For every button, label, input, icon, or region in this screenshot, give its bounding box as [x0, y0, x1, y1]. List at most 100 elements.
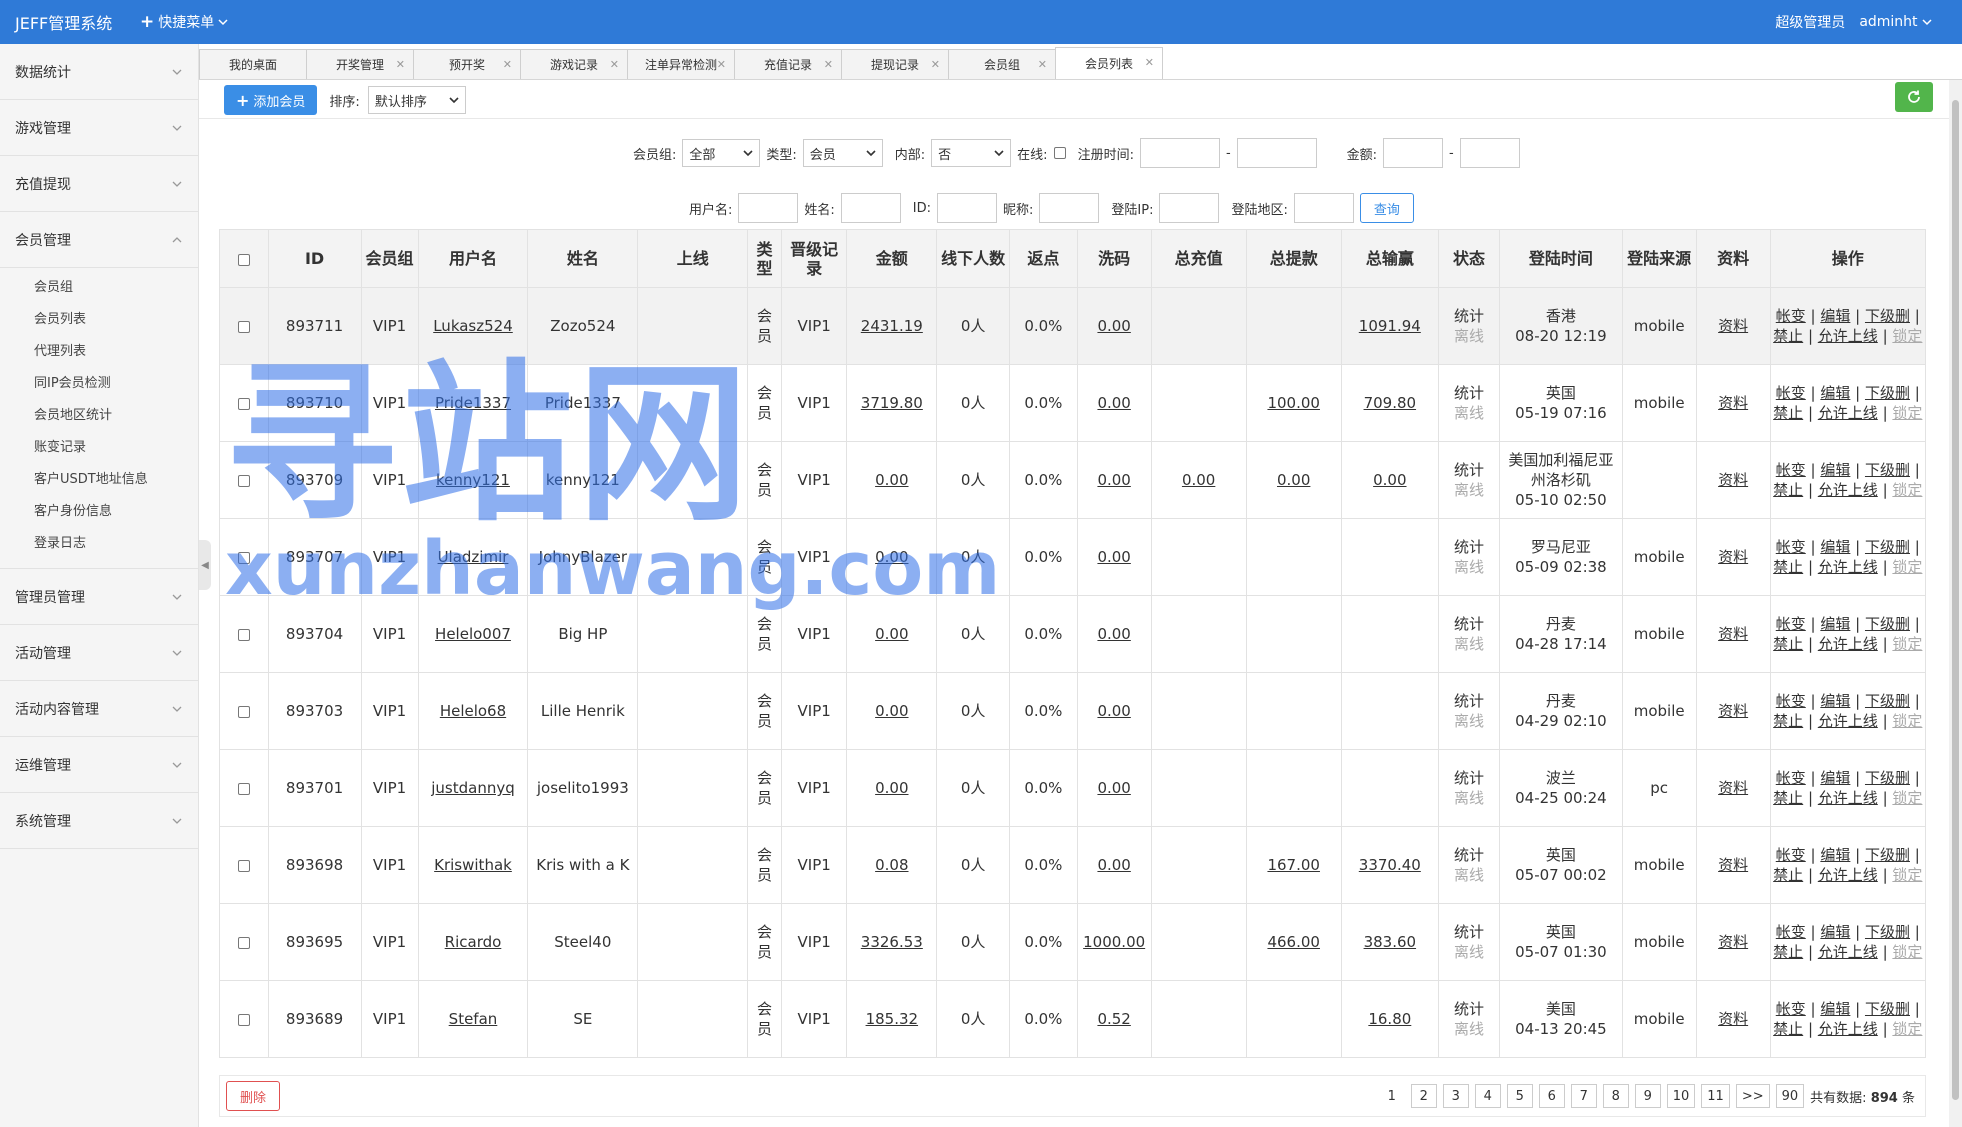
allow-online-link[interactable]: 允许上线 [1818, 635, 1878, 653]
add-member-button[interactable]: + 添加会员 [224, 85, 318, 115]
wash-code-link[interactable]: 0.00 [1097, 779, 1130, 797]
stat-link[interactable]: 统计 [1441, 999, 1497, 1019]
page-button[interactable]: 6 [1538, 1084, 1565, 1108]
sidebar-group[interactable]: 数据统计 [0, 44, 198, 100]
total-withdraw-link[interactable]: 466.00 [1267, 933, 1320, 951]
sidebar-group[interactable]: 管理员管理 [0, 569, 198, 625]
sidebar-item[interactable]: 同IP会员检测 [0, 368, 198, 400]
sidebar-item[interactable]: 登录日志 [0, 528, 198, 560]
edit-link[interactable]: 编辑 [1820, 769, 1850, 787]
downline-link[interactable]: 下级 [1865, 461, 1895, 479]
lock-link[interactable]: 锁定 [1892, 404, 1922, 422]
reg-time-start-input[interactable] [1139, 138, 1220, 168]
total-winloss-link[interactable]: 383.60 [1364, 933, 1417, 951]
page-button[interactable]: 8 [1602, 1084, 1629, 1108]
downline-link[interactable]: 下级 [1865, 846, 1895, 864]
delete-link[interactable]: 删 [1895, 307, 1910, 325]
allow-online-link[interactable]: 允许上线 [1818, 943, 1878, 961]
delete-link[interactable]: 删 [1895, 384, 1910, 402]
sidebar-group[interactable]: 游戏管理 [0, 100, 198, 156]
edit-link[interactable]: 编辑 [1820, 846, 1850, 864]
edit-link[interactable]: 编辑 [1820, 307, 1850, 325]
amount-max-input[interactable] [1459, 138, 1520, 168]
allow-online-link[interactable]: 允许上线 [1818, 789, 1878, 807]
tab[interactable]: 预开奖 ✕ [413, 49, 521, 79]
amount-link[interactable]: 0.00 [875, 702, 908, 720]
group-filter-select[interactable]: 全部 [682, 139, 761, 167]
stat-link[interactable]: 统计 [1441, 537, 1497, 557]
account-change-link[interactable]: 帐变 [1776, 692, 1806, 710]
username-link[interactable]: justdannyq [431, 779, 515, 797]
id-filter-input[interactable] [937, 193, 998, 223]
ban-link[interactable]: 禁止 [1773, 866, 1803, 884]
amount-link[interactable]: 185.32 [866, 1010, 919, 1028]
total-withdraw-link[interactable]: 167.00 [1267, 856, 1320, 874]
stat-link[interactable]: 统计 [1441, 306, 1497, 326]
page-button[interactable]: 3 [1442, 1084, 1469, 1108]
wash-code-link[interactable]: 0.00 [1097, 856, 1130, 874]
profile-link[interactable]: 资料 [1718, 548, 1748, 566]
allow-online-link[interactable]: 允许上线 [1818, 712, 1878, 730]
username-link[interactable]: Stefan [449, 1010, 498, 1028]
edit-link[interactable]: 编辑 [1820, 923, 1850, 941]
row-checkbox[interactable] [237, 474, 250, 487]
online-checkbox[interactable] [1053, 147, 1066, 159]
account-change-link[interactable]: 帐变 [1776, 923, 1806, 941]
amount-link[interactable]: 3326.53 [861, 933, 923, 951]
row-checkbox[interactable] [237, 320, 250, 333]
row-checkbox[interactable] [237, 859, 250, 872]
profile-link[interactable]: 资料 [1718, 317, 1748, 335]
edit-link[interactable]: 编辑 [1820, 384, 1850, 402]
wash-code-link[interactable]: 0.00 [1097, 317, 1130, 335]
stat-link[interactable]: 统计 [1441, 460, 1497, 480]
downline-link[interactable]: 下级 [1865, 769, 1895, 787]
total-winloss-link[interactable]: 1091.94 [1359, 317, 1421, 335]
downline-link[interactable]: 下级 [1865, 923, 1895, 941]
edit-link[interactable]: 编辑 [1820, 1000, 1850, 1018]
stat-link[interactable]: 统计 [1441, 845, 1497, 865]
sidebar-item[interactable]: 会员列表 [0, 304, 198, 336]
page-button[interactable]: >> [1735, 1084, 1770, 1108]
edit-link[interactable]: 编辑 [1820, 692, 1850, 710]
wash-code-link[interactable]: 0.00 [1097, 471, 1130, 489]
delete-link[interactable]: 删 [1895, 615, 1910, 633]
ban-link[interactable]: 禁止 [1773, 789, 1803, 807]
profile-link[interactable]: 资料 [1718, 625, 1748, 643]
sidebar-item[interactable]: 账变记录 [0, 432, 198, 464]
profile-link[interactable]: 资料 [1718, 702, 1748, 720]
username-link[interactable]: Ricardo [445, 933, 502, 951]
stat-link[interactable]: 统计 [1441, 383, 1497, 403]
close-icon[interactable]: ✕ [1145, 56, 1154, 69]
close-icon[interactable]: ✕ [396, 58, 405, 71]
stat-link[interactable]: 统计 [1441, 768, 1497, 788]
edit-link[interactable]: 编辑 [1820, 461, 1850, 479]
row-checkbox[interactable] [237, 936, 250, 949]
ban-link[interactable]: 禁止 [1773, 943, 1803, 961]
lock-link[interactable]: 锁定 [1892, 635, 1922, 653]
close-icon[interactable]: ✕ [717, 58, 726, 71]
downline-link[interactable]: 下级 [1865, 538, 1895, 556]
amount-link[interactable]: 3719.80 [861, 394, 923, 412]
ban-link[interactable]: 禁止 [1773, 712, 1803, 730]
page-button[interactable]: 5 [1506, 1084, 1533, 1108]
login-region-filter-input[interactable] [1293, 193, 1354, 223]
ban-link[interactable]: 禁止 [1773, 635, 1803, 653]
stat-link[interactable]: 统计 [1441, 614, 1497, 634]
downline-link[interactable]: 下级 [1865, 1000, 1895, 1018]
page-button[interactable]: 90 [1775, 1084, 1805, 1108]
tab[interactable]: 开奖管理 ✕ [306, 49, 414, 79]
sidebar-item[interactable]: 客户USDT地址信息 [0, 464, 198, 496]
total-winloss-link[interactable]: 3370.40 [1359, 856, 1421, 874]
username-link[interactable]: Lukasz524 [433, 317, 513, 335]
vertical-scrollbar[interactable] [1949, 80, 1962, 1127]
delete-link[interactable]: 删 [1895, 461, 1910, 479]
query-button[interactable]: 查询 [1359, 193, 1414, 223]
sidebar-group[interactable]: 活动内容管理 [0, 681, 198, 737]
tab[interactable]: 我的桌面 [199, 49, 307, 79]
row-checkbox[interactable] [237, 397, 250, 410]
page-button[interactable]: 7 [1570, 1084, 1597, 1108]
allow-online-link[interactable]: 允许上线 [1818, 404, 1878, 422]
quick-menu-button[interactable]: + 快捷菜单 [140, 12, 228, 32]
sidebar-item[interactable]: 会员组 [0, 272, 198, 304]
amount-link[interactable]: 2431.19 [861, 317, 923, 335]
